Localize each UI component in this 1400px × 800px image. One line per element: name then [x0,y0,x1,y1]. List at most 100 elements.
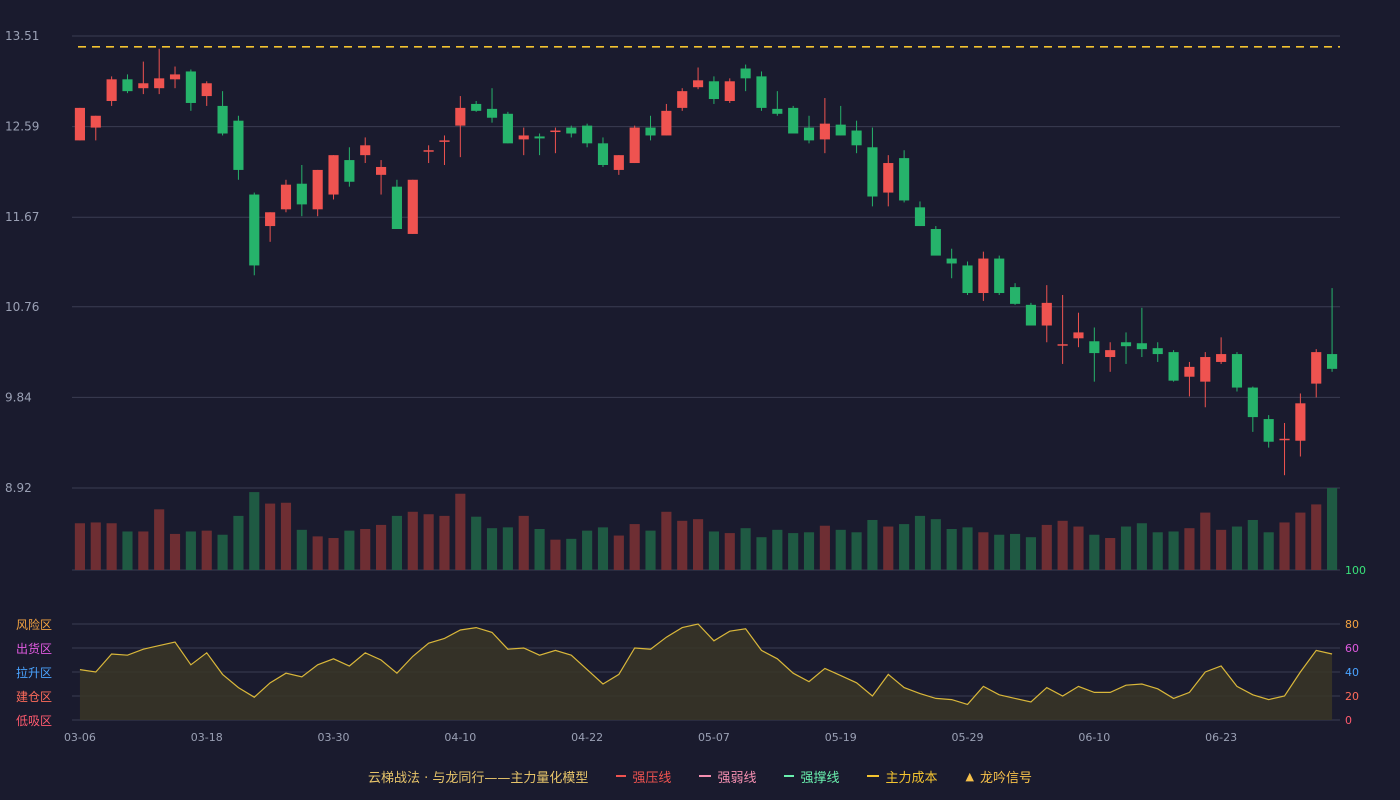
volume-bar [693,519,704,570]
candle-body [740,68,751,79]
candle-body [138,83,149,89]
volume-bar [1057,520,1068,570]
volume-bar [613,535,624,570]
candle-body [1136,343,1147,350]
candle-body [1073,332,1084,339]
volume-bar [1105,538,1116,570]
legend-item-main-cost[interactable]: 主力成本 [867,767,937,786]
candle-body [1120,342,1132,347]
price-tick-label: 13.51 [5,29,39,43]
candle-body [772,108,783,114]
candle-body [249,194,260,266]
date-tick-label: 05-07 [698,731,730,744]
date-tick-label: 06-23 [1205,731,1237,744]
volume-bar [74,523,85,570]
legend-item-dragon-signal[interactable]: ▲ 龙吟信号 [965,767,1031,786]
volume-bar [265,503,276,570]
volume-bar [1168,531,1179,570]
volume-bar [249,492,260,570]
volume-bar [280,502,292,570]
volume-bar [994,534,1005,570]
legend-label-strength-line: 强弱线 [717,770,757,786]
volume-bar [122,531,133,570]
legend-label-strong-support: 强撑线 [800,770,840,786]
candle-body [566,127,577,134]
volume-bar [1247,519,1258,570]
indicator-tick-label: 60 [1345,642,1359,655]
volume-bar [1010,533,1021,570]
candle-body [518,135,529,140]
legend: 云梯战法 · 与龙同行——主力量化模型 强压线 强弱线 强撑线 主力成本 ▲ 龙… [0,766,1400,786]
volume-bar [518,515,529,570]
legend-swatch-strong-resistance [616,775,627,777]
legend-item-strength-line[interactable]: 强弱线 [699,767,756,786]
candle-body [1279,438,1290,441]
candle-body [693,80,704,88]
candle-body [1263,419,1274,442]
candle-body [455,107,466,126]
candle-body [724,81,735,101]
candle-body [1089,341,1100,354]
volume-bar [106,523,117,570]
volume-bar [819,525,830,570]
volume-bar [851,532,862,570]
volume-bar [914,515,926,570]
volume-bar [502,527,513,570]
volume-bar [391,515,402,570]
volume-bar [169,533,181,570]
volume-bar [867,519,878,570]
candle-body [1041,302,1052,326]
candle-body [867,147,878,197]
candle-body [201,83,212,97]
volume-bar [566,538,577,570]
volume-bar [597,527,609,570]
candle-body [962,265,973,294]
candle-body [946,258,957,264]
legend-item-strong-support[interactable]: 强撑线 [784,767,839,786]
volume-bar [1279,522,1290,570]
candle-body [423,150,434,152]
volume-bar [296,529,307,570]
volume-bar [756,537,767,570]
volume-bar [376,524,387,570]
volume-bar [1073,526,1084,570]
volume-bar [1295,512,1306,570]
legend-label-main-cost: 主力成本 [885,770,938,786]
legend-item-strong-resistance[interactable]: 强压线 [616,767,671,786]
volume-bar [534,529,545,570]
volume-bar [455,493,466,570]
volume-bar [677,520,688,570]
volume-bar [740,528,751,570]
candle-body [708,81,719,100]
candle-body [74,107,85,141]
date-tick-label: 04-22 [571,731,603,744]
volume-bar [1089,534,1100,570]
legend-title: 云梯战法 · 与龙同行——主力量化模型 [368,770,589,786]
candle-body [597,143,609,166]
volume-bar [724,533,735,570]
candle-body [1231,354,1243,388]
candle-body [819,123,830,140]
candle-body [978,258,989,294]
indicator-tick-label: 100 [1345,564,1366,577]
candle-body [344,160,355,182]
candle-body [1295,403,1306,441]
volume-bar [439,515,450,570]
candle-body [439,140,450,142]
volume-bar [1311,504,1322,570]
volume-bar [1152,532,1163,570]
candle-body [122,79,133,92]
volume-bar [344,530,355,570]
candle-body [296,183,307,205]
volume-bar [803,532,815,570]
candle-body [994,258,1005,294]
price-tick-label: 9.84 [5,390,32,404]
candle-body [502,113,513,144]
date-tick-label: 05-29 [952,731,984,744]
volume-bar [138,531,149,570]
volume-bar [1327,488,1338,570]
volume-bar [185,531,196,570]
volume-bar [1184,528,1195,570]
volume-bar [550,539,561,570]
zone-label: 风险区 [16,617,52,632]
